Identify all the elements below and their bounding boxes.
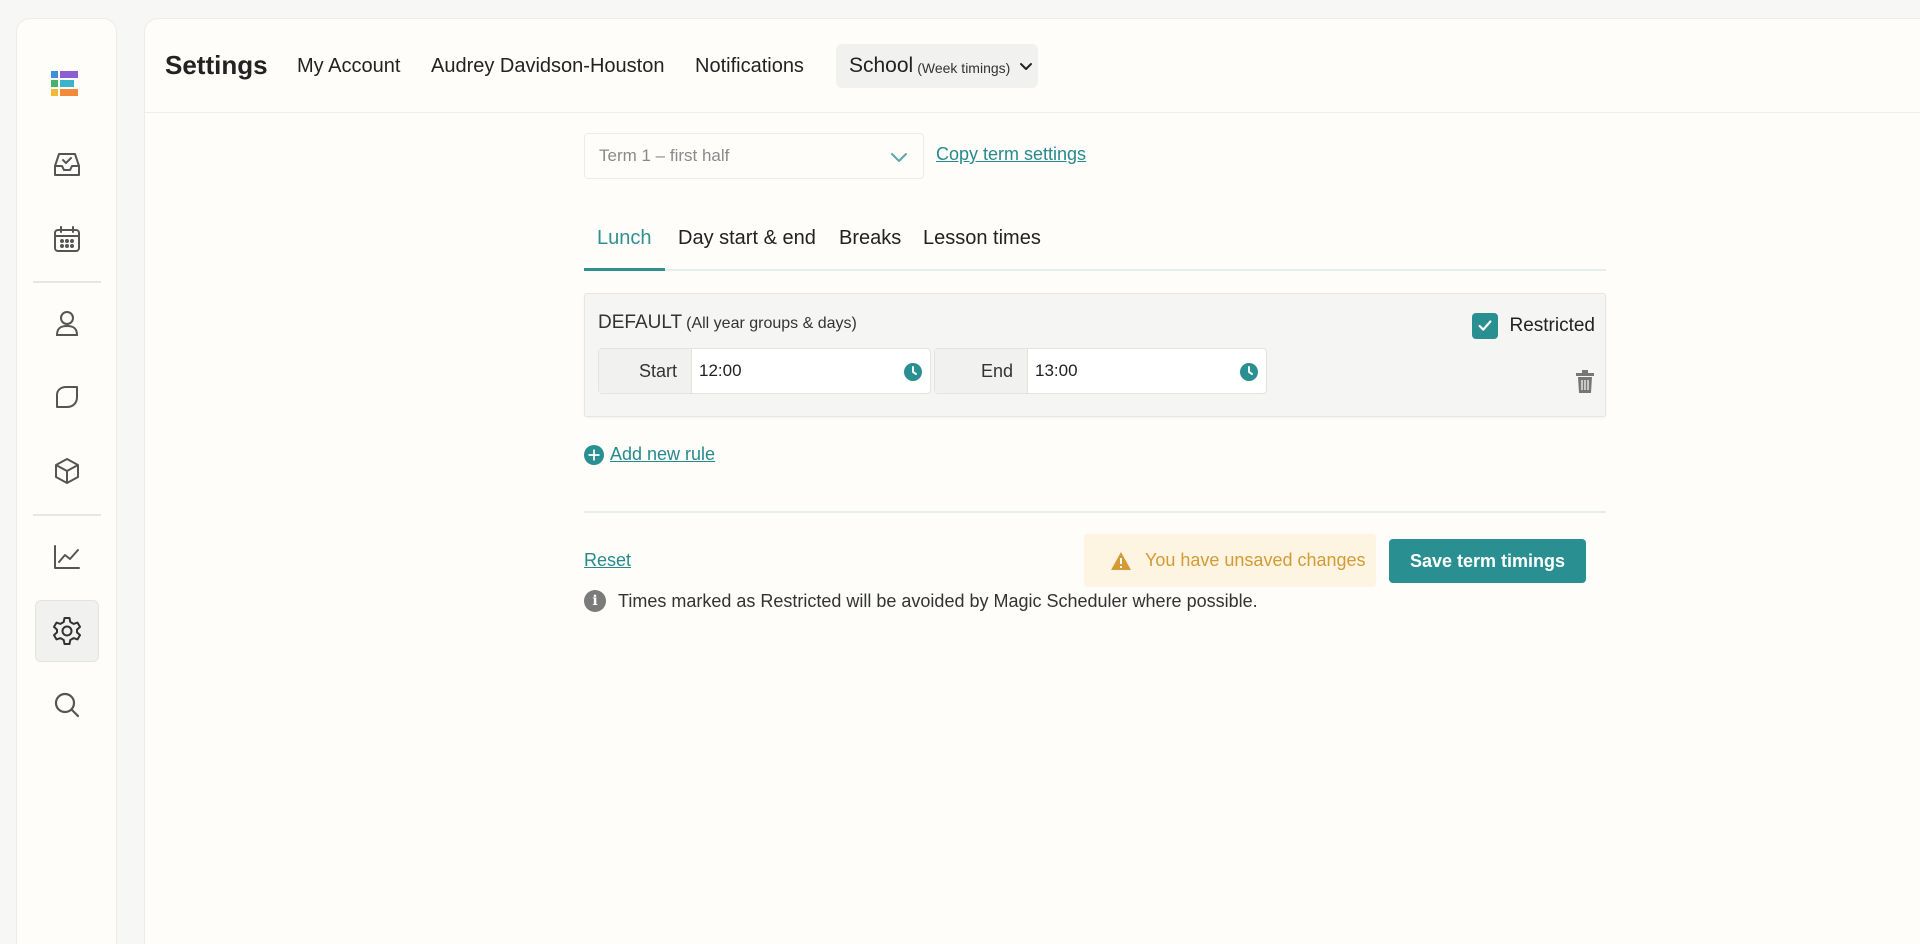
tab-breaks[interactable]: Breaks xyxy=(839,227,901,271)
copy-term-settings-link[interactable]: Copy term settings xyxy=(936,144,1086,165)
tab-day-start-end[interactable]: Day start & end xyxy=(678,227,816,271)
rule-title: DEFAULT (All year groups & days) xyxy=(598,312,857,334)
cube-icon[interactable] xyxy=(35,440,99,502)
nav-school-dropdown[interactable]: School (Week timings) xyxy=(836,44,1038,88)
top-navigation: Settings My Account Audrey Davidson-Hous… xyxy=(145,19,1920,113)
clock-icon[interactable] xyxy=(1239,362,1259,382)
nav-my-account[interactable]: My Account xyxy=(297,55,400,78)
logo-icon[interactable] xyxy=(51,69,83,99)
calendar-icon[interactable] xyxy=(35,208,99,270)
reset-link[interactable]: Reset xyxy=(584,550,631,571)
main-panel: Settings My Account Audrey Davidson-Hous… xyxy=(144,18,1920,944)
chat-bubble-icon[interactable] xyxy=(35,366,99,428)
start-time-group: Start 12:00 xyxy=(598,348,931,394)
warning-icon xyxy=(1111,551,1131,570)
sidebar-divider xyxy=(33,514,101,516)
add-new-rule-button[interactable]: Add new rule xyxy=(584,444,715,465)
rule-name: DEFAULT xyxy=(598,312,683,333)
page-title: Settings xyxy=(165,50,268,80)
info-icon: i xyxy=(584,590,606,612)
info-note: i Times marked as Restricted will be avo… xyxy=(584,590,1258,612)
chevron-down-icon xyxy=(1020,63,1033,70)
chart-icon[interactable] xyxy=(35,526,99,588)
trash-icon[interactable] xyxy=(1575,370,1595,394)
end-time-value: 13:00 xyxy=(1035,361,1078,380)
tab-lesson-times[interactable]: Lesson times xyxy=(923,227,1041,271)
restricted-toggle[interactable]: Restricted xyxy=(1472,313,1595,339)
term-select[interactable]: Term 1 – first half xyxy=(584,133,924,179)
save-term-timings-button[interactable]: Save term timings xyxy=(1389,539,1586,583)
search-icon[interactable] xyxy=(35,674,99,736)
section-divider xyxy=(584,511,1606,513)
clock-icon[interactable] xyxy=(903,362,923,382)
nav-school-label: School xyxy=(849,54,914,77)
inbox-icon[interactable] xyxy=(35,134,99,196)
end-label: End xyxy=(935,349,1028,393)
add-new-rule-label: Add new rule xyxy=(610,444,716,464)
unsaved-changes-text: You have unsaved changes xyxy=(1145,550,1366,570)
plus-icon xyxy=(584,444,604,465)
start-label: Start xyxy=(599,349,692,393)
start-time-input[interactable]: 12:00 xyxy=(692,349,930,393)
restricted-label: Restricted xyxy=(1509,315,1595,336)
checkmark-icon xyxy=(1478,320,1492,331)
unsaved-changes-banner: You have unsaved changes xyxy=(1084,534,1376,587)
term-select-value: Term 1 – first half xyxy=(599,146,730,165)
sidebar xyxy=(16,18,117,944)
sidebar-divider xyxy=(33,281,101,283)
end-time-group: End 13:00 xyxy=(934,348,1267,394)
restricted-checkbox[interactable] xyxy=(1472,313,1499,339)
tabs: Lunch Day start & end Breaks Lesson time… xyxy=(584,207,1606,271)
info-text: Times marked as Restricted will be avoid… xyxy=(618,590,1258,611)
chevron-down-icon xyxy=(891,153,907,162)
rule-card: DEFAULT (All year groups & days) Start 12… xyxy=(584,293,1606,417)
start-time-value: 12:00 xyxy=(699,361,742,380)
nav-user[interactable]: Audrey Davidson-Houston xyxy=(431,55,664,78)
settings-gear-icon[interactable] xyxy=(35,600,99,662)
nav-notifications[interactable]: Notifications xyxy=(695,55,804,78)
rule-subtitle: (All year groups & days) xyxy=(686,315,857,332)
tab-lunch[interactable]: Lunch xyxy=(584,227,665,271)
end-time-input[interactable]: 13:00 xyxy=(1028,349,1266,393)
person-icon[interactable] xyxy=(35,292,99,354)
nav-school-sublabel: (Week timings) xyxy=(917,59,1011,76)
